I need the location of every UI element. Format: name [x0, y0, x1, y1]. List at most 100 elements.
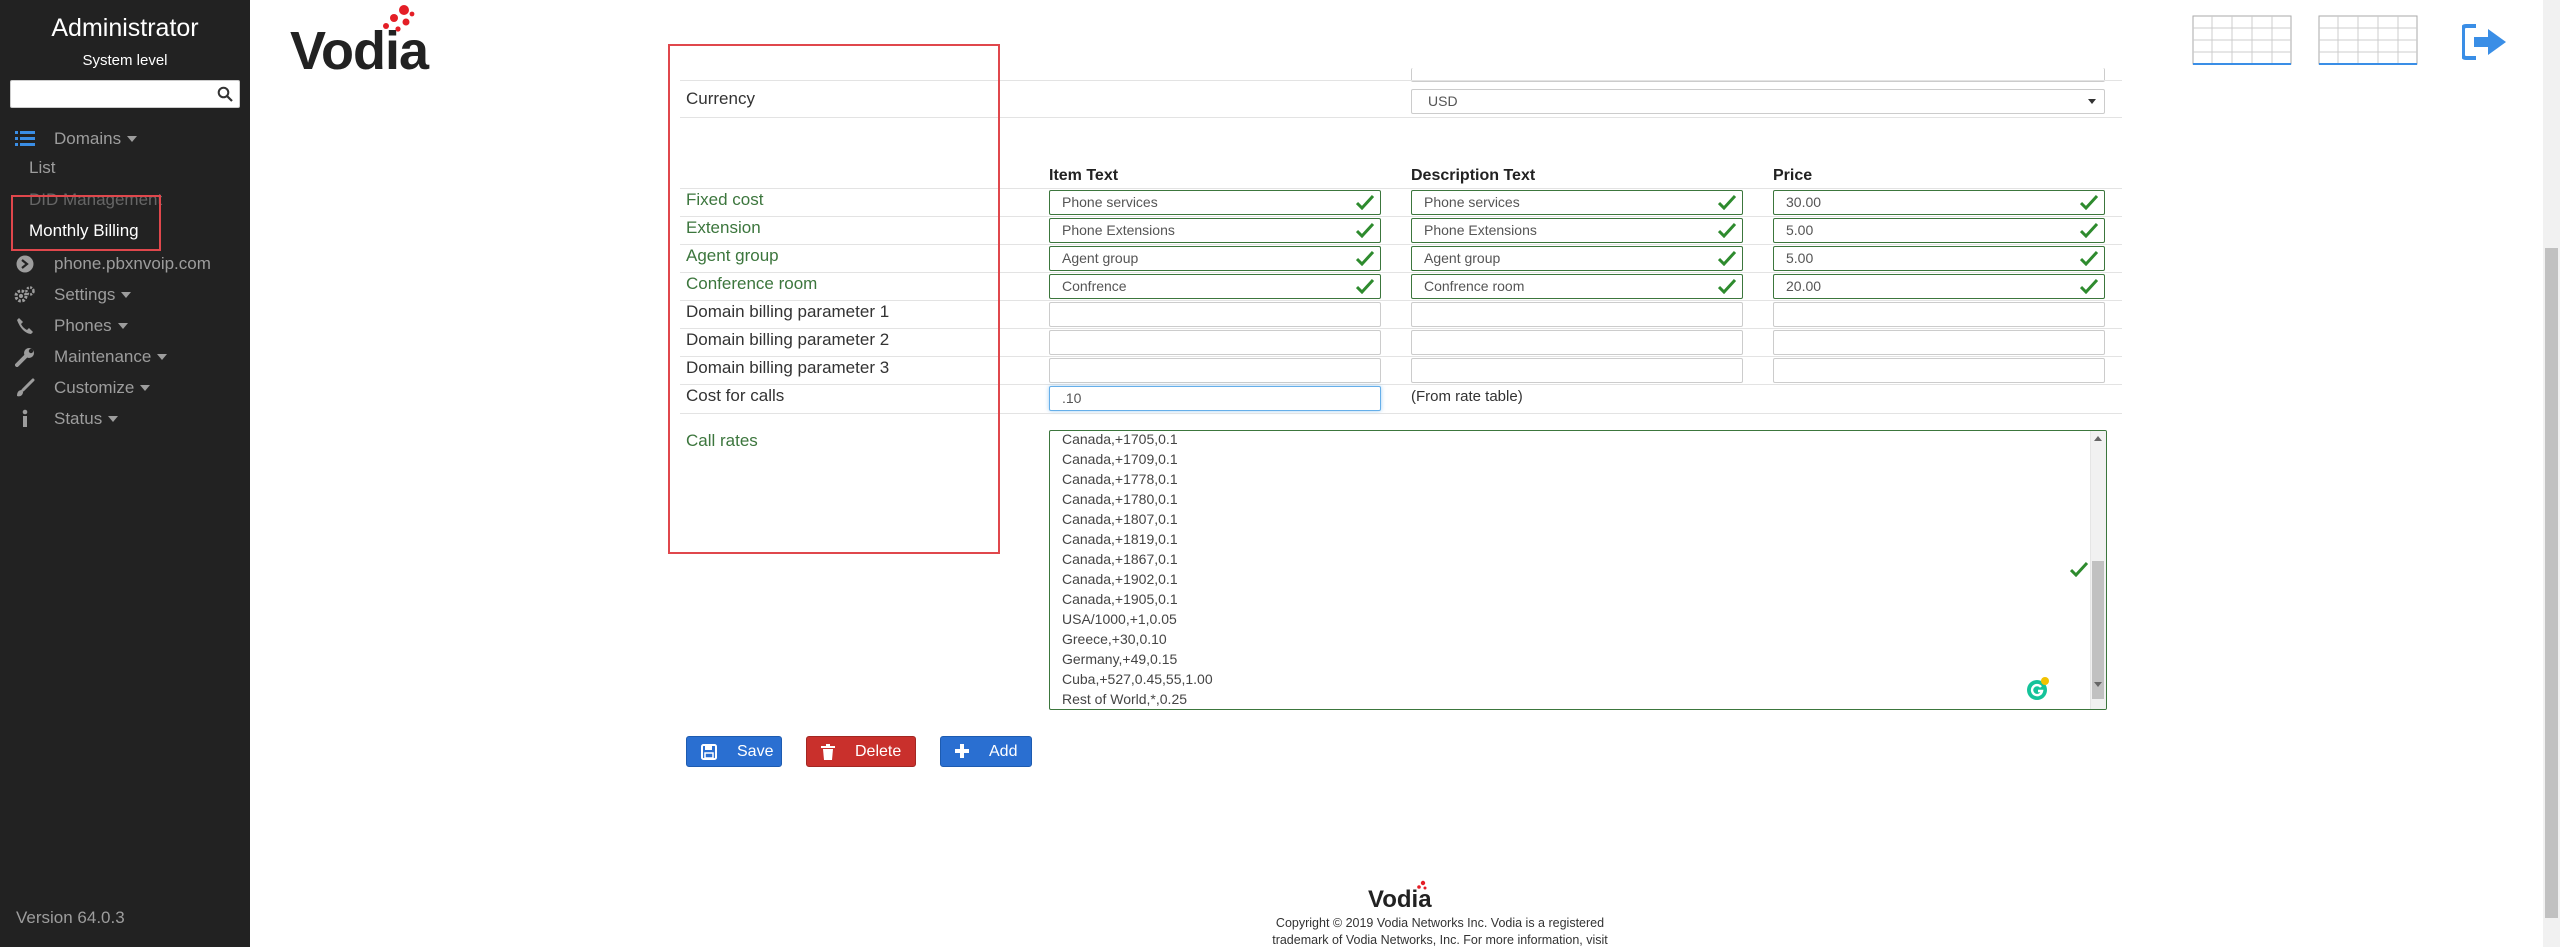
check-icon [1718, 222, 1736, 238]
grammarly-icon[interactable] [2026, 677, 2050, 701]
rate-line: Canada,+1709,0.1 [1062, 451, 1178, 467]
scroll-up-icon[interactable] [2094, 436, 2102, 441]
rate-line: Greece,+30,0.10 [1062, 631, 1167, 647]
sidebar-item-settings[interactable]: Settings [14, 282, 132, 308]
price-input[interactable] [1773, 330, 2105, 355]
column-header-item: Item Text [1049, 167, 1119, 184]
rate-line: Cuba,+527,0.45,55,1.00 [1062, 671, 1213, 687]
delete-label: Delete [855, 742, 902, 760]
sidebar-item-list[interactable]: List [29, 158, 55, 178]
description-text-input[interactable]: Phone Extensions [1411, 218, 1743, 243]
scroll-thumb[interactable] [2092, 561, 2104, 699]
sidebar-item-label: Customize [54, 378, 135, 397]
info-icon [14, 408, 36, 430]
price-input[interactable] [1773, 302, 2105, 327]
rate-table-note: (From rate table) [1411, 388, 1523, 405]
cost-for-calls-input[interactable]: .10 [1049, 386, 1381, 411]
logout-icon[interactable] [2462, 24, 2508, 60]
page-scroll-thumb[interactable] [2545, 248, 2558, 918]
check-icon [1356, 222, 1374, 238]
sidebar-item-status[interactable]: Status [14, 406, 119, 432]
price-input[interactable]: 5.00 [1773, 246, 2105, 271]
check-icon [1718, 194, 1736, 210]
item-text-input[interactable]: Phone Extensions [1049, 218, 1381, 243]
sidebar-item-label: Maintenance [54, 347, 152, 366]
item-text-input[interactable] [1049, 358, 1381, 383]
check-icon [1356, 278, 1374, 294]
price-input[interactable]: 20.00 [1773, 274, 2105, 299]
check-icon [2080, 250, 2098, 266]
caret-down-icon [127, 136, 138, 142]
caret-down-icon [140, 385, 151, 391]
field-value: Agent group [1062, 250, 1139, 266]
chevron-down-icon [2088, 99, 2096, 104]
sidebar-item-label: Status [54, 409, 103, 428]
sidebar-item-label: Phones [54, 316, 112, 335]
description-text-input[interactable]: Confrence room [1411, 274, 1743, 299]
item-text-input[interactable] [1049, 330, 1381, 355]
column-header-description: Description Text [1411, 167, 1536, 184]
description-text-input[interactable]: Phone services [1411, 190, 1743, 215]
table-view-icon[interactable] [2318, 15, 2418, 65]
field-value: 30.00 [1786, 194, 1822, 210]
price-input[interactable] [1773, 358, 2105, 383]
field-value: 20.00 [1786, 278, 1822, 294]
add-button[interactable]: Add [940, 736, 1032, 767]
call-rates-textarea[interactable]: Canada,+1705,0.1 Canada,+1709,0.1 Canada… [1049, 430, 2107, 710]
description-text-input[interactable] [1411, 330, 1743, 355]
item-text-input[interactable]: Agent group [1049, 246, 1381, 271]
sidebar-item-domains[interactable]: Domains [14, 126, 138, 152]
description-text-input[interactable] [1411, 358, 1743, 383]
phone-icon [14, 315, 36, 337]
rate-line: Rest of World,*,0.25 [1062, 691, 1188, 707]
sidebar: Administrator System level Domains List … [0, 0, 250, 947]
textarea-scrollbar[interactable] [2090, 431, 2106, 709]
sidebar-item-label: phone.pbxnvoip.com [54, 254, 211, 273]
rate-line: Canada,+1705,0.1 [1062, 431, 1178, 447]
delete-button[interactable]: Delete [806, 736, 916, 767]
caret-down-icon [121, 292, 132, 298]
field-value: .10 [1062, 390, 1082, 406]
caret-down-icon [108, 416, 119, 422]
arrow-circle-right-icon [14, 253, 36, 275]
check-icon [1718, 250, 1736, 266]
highlight-box [668, 44, 1000, 554]
sidebar-item-phones[interactable]: Phones [14, 313, 128, 339]
rate-line: Canada,+1780,0.1 [1062, 491, 1178, 507]
field-value: Phone services [1062, 194, 1158, 210]
sidebar-title: Administrator [51, 14, 199, 42]
highlight-box [11, 195, 161, 251]
sidebar-item-label: Settings [54, 285, 116, 304]
footer-trademark: trademark of Vodia Networks, Inc. For mo… [1272, 933, 1608, 947]
price-input[interactable]: 5.00 [1773, 218, 2105, 243]
sidebar-item-label: Domains [54, 129, 122, 148]
description-text-input[interactable] [1411, 302, 1743, 327]
check-icon [2080, 194, 2098, 210]
rate-line: Canada,+1778,0.1 [1062, 471, 1178, 487]
item-text-input[interactable]: Phone services [1049, 190, 1381, 215]
caret-down-icon [157, 354, 168, 360]
check-icon [2080, 222, 2098, 238]
field-value: Confrence [1062, 278, 1127, 294]
item-text-input[interactable] [1049, 302, 1381, 327]
currency-select[interactable]: USD [1411, 89, 2105, 114]
check-icon [2080, 278, 2098, 294]
floppy-icon [701, 743, 717, 760]
item-text-input[interactable]: Confrence [1049, 274, 1381, 299]
wrench-icon [14, 346, 36, 368]
trash-icon [821, 743, 835, 760]
sidebar-item-maintenance[interactable]: Maintenance [14, 344, 168, 370]
check-icon [1356, 194, 1374, 210]
check-icon [2070, 561, 2088, 577]
table-view-icon[interactable] [2192, 15, 2292, 65]
price-input[interactable]: 30.00 [1773, 190, 2105, 215]
field-value: Confrence room [1424, 278, 1525, 294]
sidebar-item-customize[interactable]: Customize [14, 375, 151, 401]
sidebar-item-domain[interactable]: phone.pbxnvoip.com [14, 251, 211, 277]
description-text-input[interactable]: Agent group [1411, 246, 1743, 271]
scroll-down-icon[interactable] [2094, 682, 2102, 687]
search-input[interactable] [11, 81, 211, 107]
search-icon[interactable] [217, 86, 233, 102]
save-button[interactable]: Save [686, 736, 782, 767]
field-value: Phone services [1424, 194, 1520, 210]
